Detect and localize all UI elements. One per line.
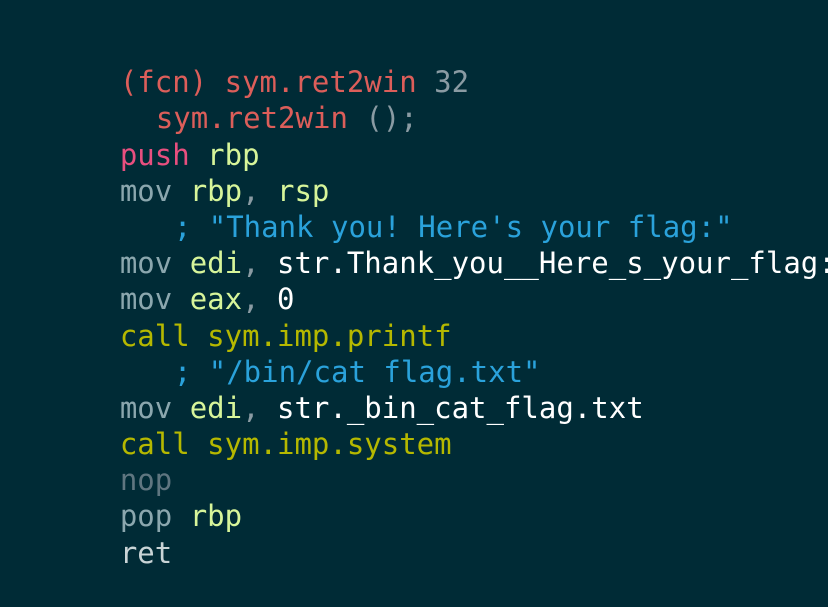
function-header-prefix: (fcn) [119, 65, 225, 100]
call-target[interactable]: sym.imp.printf [190, 319, 451, 353]
register-operand: rsp [277, 173, 330, 208]
signature-args: (); [347, 101, 418, 136]
disassembly-view: (fcn) sym.ret2win 32 sym.ret2win (); pus… [50, 28, 828, 569]
string-symbol-operand[interactable]: str.Thank_you__Here_s_your_flag: [277, 246, 828, 280]
mnemonic: mov [119, 390, 173, 425]
mnemonic: nop [119, 463, 173, 498]
function-header-line: (fcn) sym.ret2win 32 [50, 28, 828, 99]
operand-separator: , [242, 390, 277, 425]
string-comment: ; "/bin/cat flag.txt" [173, 354, 541, 389]
string-symbol-operand[interactable]: str._bin_cat_flag.txt [277, 391, 644, 425]
function-header-name[interactable]: sym.ret2win [225, 65, 417, 99]
immediate-operand: 0 [277, 282, 295, 317]
register-operand: edi [172, 246, 243, 281]
register-operand: rbp [172, 173, 243, 208]
function-size: 32 [416, 65, 470, 100]
register-operand: rbp [172, 499, 243, 534]
mnemonic: push [119, 137, 190, 172]
string-comment: ; "Thank you! Here's your flag:" [173, 209, 733, 244]
mnemonic: mov [119, 282, 173, 317]
mnemonic: mov [119, 173, 173, 208]
register-operand: edi [172, 390, 243, 425]
mnemonic: ret [119, 535, 173, 570]
operand-separator: , [242, 173, 277, 208]
operand-separator: , [242, 246, 277, 281]
register-operand: rbp [189, 137, 260, 172]
register-operand: eax [172, 282, 243, 317]
mnemonic: call [119, 318, 190, 353]
signature-name[interactable]: sym.ret2win [156, 101, 348, 135]
operand-separator: , [242, 282, 277, 317]
mnemonic: pop [119, 499, 173, 534]
call-target[interactable]: sym.imp.system [190, 427, 451, 461]
mnemonic: call [119, 427, 190, 462]
mnemonic: mov [119, 246, 173, 281]
